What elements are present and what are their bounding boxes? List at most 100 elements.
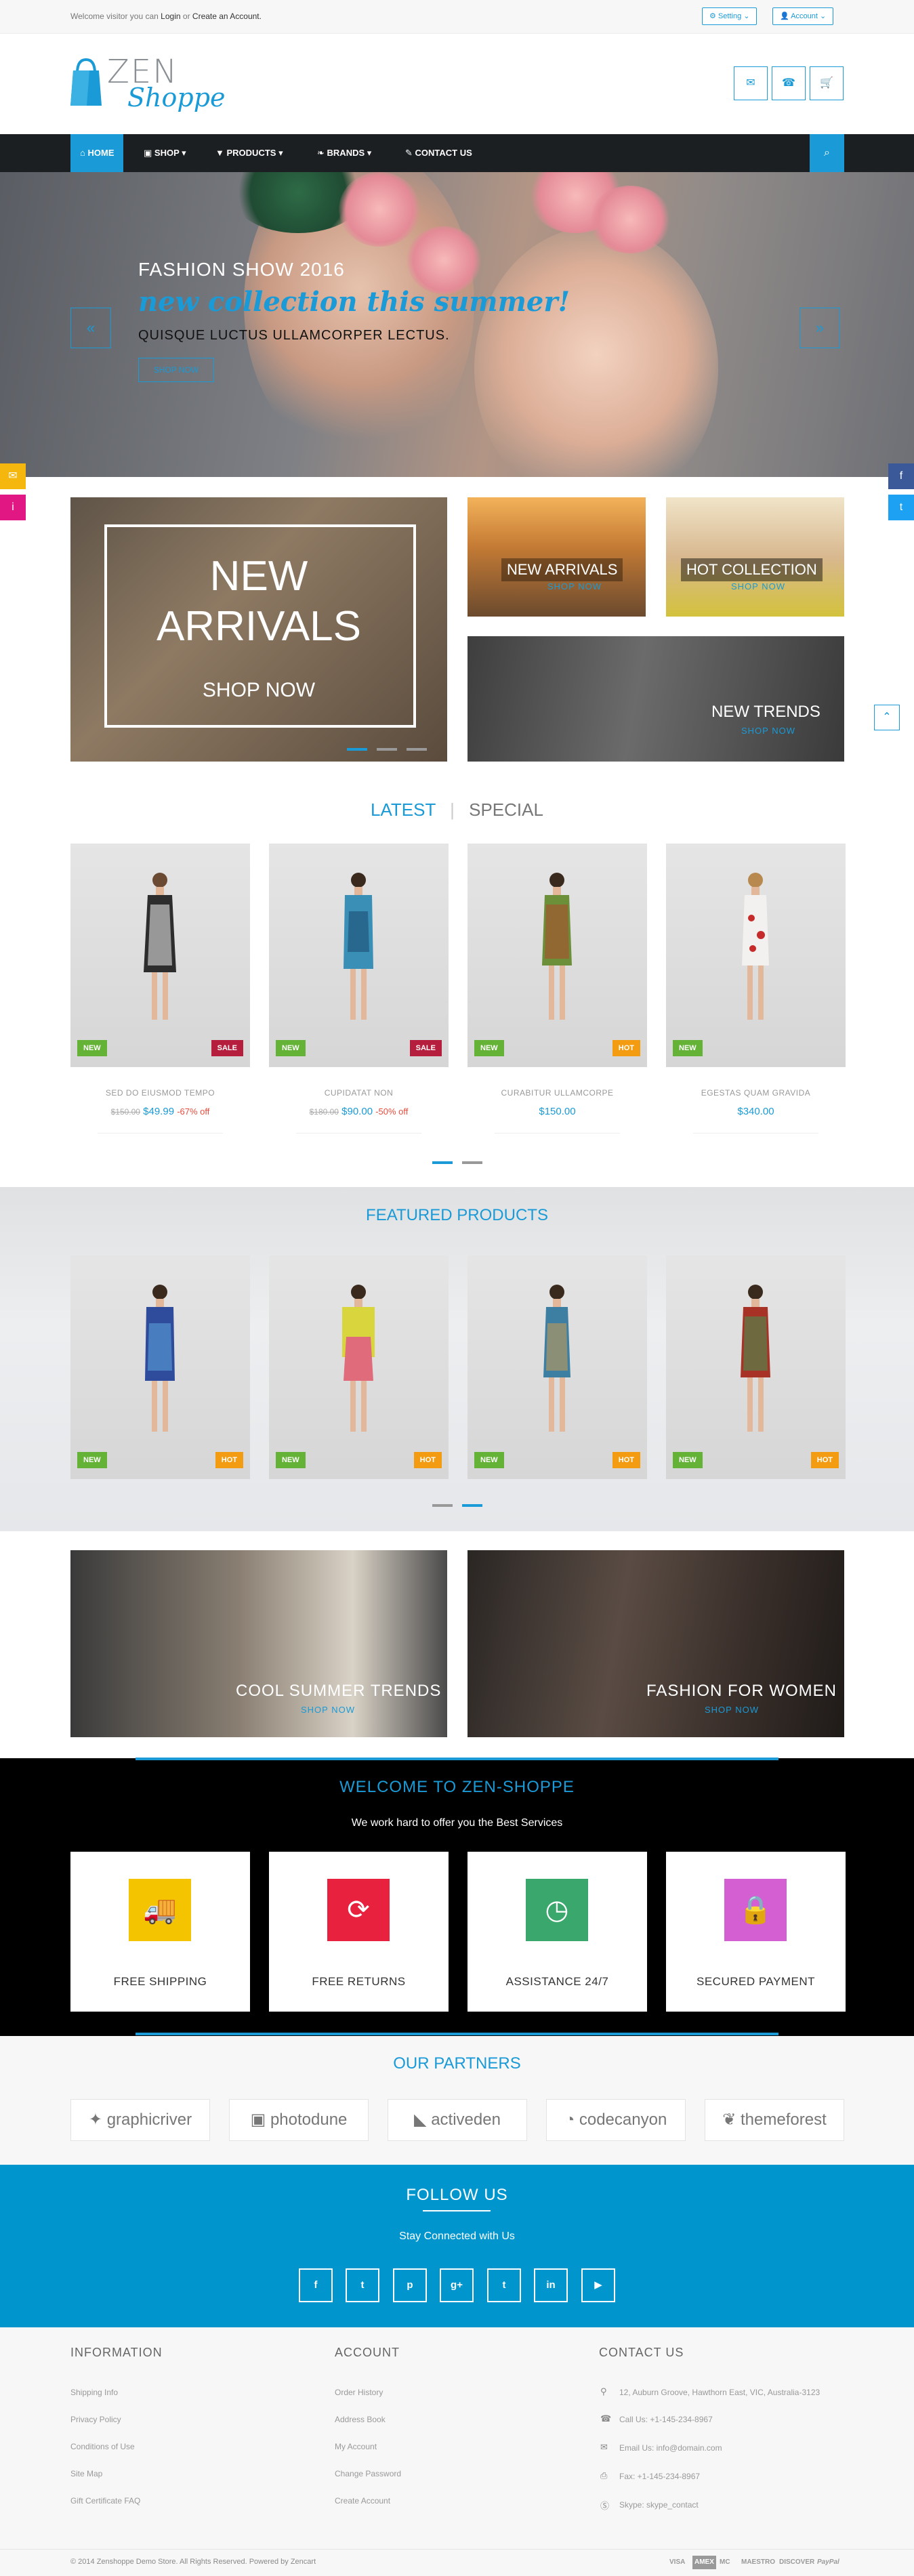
login-link[interactable]: Login (161, 12, 180, 21)
dress-image (144, 873, 176, 1020)
nav-home[interactable]: ⌂ HOME (70, 134, 124, 172)
promo-p1-shop[interactable]: SHOP NOW (301, 1705, 355, 1715)
footer-email[interactable]: Email Us: info@domain.com (619, 2443, 722, 2453)
nav-brands-label: BRANDS (327, 148, 365, 158)
side-info-icon[interactable]: i (0, 495, 26, 520)
banner-dot-3[interactable] (407, 748, 427, 751)
banner-b2-shop[interactable]: SHOP NOW (731, 581, 785, 591)
or-text: or (182, 12, 190, 21)
footer-link[interactable]: Conditions of Use (70, 2442, 135, 2451)
banner-b3-shop[interactable]: SHOP NOW (741, 726, 795, 736)
product-name[interactable]: CURABITUR ULLAMCORPE (468, 1088, 647, 1098)
setting-dropdown[interactable]: ⚙ Setting ⌄ (702, 7, 757, 25)
service-card: ◷ ASSISTANCE 24/7 (468, 1852, 647, 2012)
featured-dot-2[interactable] (462, 1504, 482, 1507)
footer-link[interactable]: Shipping Info (70, 2388, 118, 2397)
youtube-icon[interactable]: ▶ (581, 2268, 615, 2302)
logo-shoppe[interactable]: Shoppe (127, 83, 226, 112)
tab-latest[interactable]: LATEST (371, 799, 436, 820)
nav-brands[interactable]: ❧ BRANDS ▾ (308, 134, 381, 172)
cart-icon[interactable]: 🛒 (810, 66, 844, 100)
footer-link[interactable]: Gift Certificate FAQ (70, 2496, 140, 2506)
product-name[interactable]: EGESTAS QUAM GRAVIDA (666, 1088, 846, 1098)
nav-shop[interactable]: ▣ SHOP ▾ (134, 134, 196, 172)
account-dropdown[interactable]: 👤 Account ⌄ (772, 7, 834, 25)
promo-p2-shop[interactable]: SHOP NOW (705, 1705, 759, 1715)
carousel-dot-2[interactable] (462, 1161, 482, 1164)
partner-logo-icon: ◣ (414, 2111, 427, 2129)
partner-activeden[interactable]: ◣ activeden (388, 2099, 527, 2141)
footer-link[interactable]: My Account (335, 2442, 377, 2451)
dress-image (543, 1285, 570, 1432)
leaf-icon: ❧ (317, 148, 325, 158)
phone-icon[interactable]: ☎ (772, 66, 806, 100)
featured-product-image[interactable]: NEW HOT (269, 1255, 449, 1479)
partner-graphicriver[interactable]: ✦ graphicriver (70, 2099, 210, 2141)
partner-themeforest[interactable]: ❦ themeforest (705, 2099, 844, 2141)
badge-hot: HOT (413, 1452, 442, 1468)
banner-b1-shop[interactable]: SHOP NOW (547, 581, 602, 591)
footer-link[interactable]: Privacy Policy (70, 2415, 121, 2424)
product-image[interactable]: NEW SALE (269, 844, 449, 1067)
setting-label: Setting (718, 12, 742, 20)
promo-cool-summer-trends[interactable]: COOL SUMMER TRENDS SHOP NOW (70, 1550, 447, 1737)
facebook-icon[interactable]: f (299, 2268, 333, 2302)
product-image[interactable]: NEW SALE (70, 844, 250, 1067)
banner-new-trends[interactable]: NEW TRENDS SHOP NOW (468, 636, 844, 762)
tumblr-icon[interactable]: t (487, 2268, 521, 2302)
promo-p2-title: FASHION FOR WOMEN (646, 1682, 837, 1700)
banner-new-arrivals[interactable]: NEW ARRIVALS SHOP NOW (468, 497, 646, 617)
footer-link[interactable]: Create Account (335, 2496, 390, 2506)
nav-contact[interactable]: ✎ CONTACT US (396, 134, 482, 172)
banner-dot-2[interactable] (377, 748, 397, 751)
slider-prev-arrow-icon[interactable]: « (70, 308, 111, 348)
banner-hot-collection[interactable]: HOT COLLECTION SHOP NOW (666, 497, 844, 617)
product-name[interactable]: CUPIDATAT NON (269, 1088, 449, 1098)
hero-model-image-2 (474, 226, 718, 477)
search-icon[interactable]: ⌕ (810, 134, 844, 172)
footer-link[interactable]: Order History (335, 2388, 383, 2397)
product-image[interactable]: NEW (666, 844, 846, 1067)
featured-product-image[interactable]: NEW HOT (666, 1255, 846, 1479)
banner-main-shop[interactable]: SHOP NOW (70, 679, 447, 702)
side-twitter-icon[interactable]: t (888, 495, 914, 520)
home-icon: ⌂ (80, 148, 85, 158)
tab-special[interactable]: SPECIAL (469, 799, 543, 820)
footer-link[interactable]: Address Book (335, 2415, 386, 2424)
partner-photodune[interactable]: ▣ photodune (229, 2099, 369, 2141)
service-card: 🔒 SECURED PAYMENT (666, 1852, 846, 2012)
scroll-top-icon[interactable]: ⌃ (874, 705, 900, 730)
footer-link[interactable]: Site Map (70, 2469, 102, 2478)
banner-dot-1[interactable] (347, 748, 367, 751)
product-image[interactable]: NEW HOT (468, 844, 647, 1067)
twitter-icon[interactable]: t (346, 2268, 379, 2302)
badge-hot: HOT (612, 1452, 640, 1468)
banner-new-arrivals-large[interactable]: NEW ARRIVALS SHOP NOW (70, 497, 447, 762)
side-facebook-icon[interactable]: f (888, 463, 914, 489)
hero-description: QUISQUE LUCTUS ULLAMCORPER LECTUS. (138, 328, 450, 343)
product-price-row: $340.00 (666, 1106, 846, 1117)
google-plus-icon[interactable]: g+ (440, 2268, 474, 2302)
email-icon[interactable]: ✉ (734, 66, 768, 100)
caret-down-icon: ▾ (367, 148, 372, 158)
side-email-icon[interactable]: ✉ (0, 463, 26, 489)
pinterest-icon[interactable]: p (393, 2268, 427, 2302)
promo-fashion-for-women[interactable]: FASHION FOR WOMEN SHOP NOW (468, 1550, 844, 1737)
create-account-link[interactable]: Create an Account. (192, 12, 262, 21)
product-name[interactable]: SED DO EIUSMOD TEMPO (70, 1088, 250, 1098)
product-price-row: $150.00 $49.99 -67% off (70, 1106, 250, 1117)
featured-product-image[interactable]: NEW HOT (70, 1255, 250, 1479)
featured-dot-1[interactable] (432, 1504, 453, 1507)
shopping-bag-icon[interactable] (70, 53, 102, 106)
featured-product-image[interactable]: NEW HOT (468, 1255, 647, 1479)
linkedin-icon[interactable]: in (534, 2268, 568, 2302)
carousel-dot-1[interactable] (432, 1161, 453, 1164)
slider-next-arrow-icon[interactable]: » (799, 308, 840, 348)
partner-codecanyon[interactable]: ◔ codecanyon (546, 2099, 686, 2141)
hero-shop-now-button[interactable]: SHOP NOW (138, 358, 214, 382)
featured-title: FEATURED PRODUCTS (366, 1206, 548, 1224)
badge-new: NEW (673, 1452, 703, 1468)
dress-image (344, 873, 373, 1020)
footer-link[interactable]: Change Password (335, 2469, 401, 2478)
nav-products[interactable]: ▼ PRODUCTS ▾ (206, 134, 293, 172)
